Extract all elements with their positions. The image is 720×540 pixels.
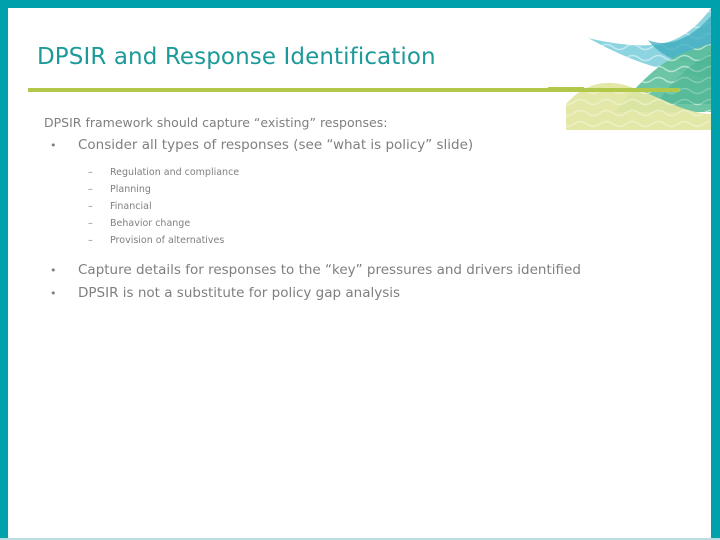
frame-top [0, 0, 720, 8]
bullet-item: • DPSIR is not a substitute for policy g… [50, 282, 720, 305]
sub-bullet-label: Regulation and compliance [110, 167, 239, 178]
sub-bullet-label: Financial [110, 201, 152, 212]
title-divider [28, 88, 680, 92]
dash-marker: – [88, 198, 93, 215]
bullet-item: • Capture details for responses to the “… [50, 259, 720, 282]
frame-right [711, 0, 720, 540]
bullet-label: Capture details for responses to the “ke… [78, 262, 581, 278]
dash-marker: – [88, 164, 93, 181]
dash-marker: – [88, 232, 93, 249]
content-body: DPSIR framework should capture “existing… [0, 112, 720, 305]
sub-bullet-label: Provision of alternatives [110, 235, 224, 246]
bullet-label: DPSIR is not a substitute for policy gap… [78, 285, 400, 301]
bullet-marker: • [50, 259, 57, 282]
dash-marker: – [88, 215, 93, 232]
sub-bullet-list: – Regulation and compliance – Planning –… [0, 164, 720, 249]
sub-bullet-label: Behavior change [110, 218, 190, 229]
slide-canvas: DPSIR and Response Identification DPSIR … [0, 0, 720, 540]
frame-left [0, 0, 8, 540]
sub-bullet-item: – Financial [88, 198, 720, 215]
sub-bullet-item: – Regulation and compliance [88, 164, 720, 181]
bullet-label: Consider all types of responses (see “wh… [78, 137, 473, 153]
sub-bullet-label: Planning [110, 184, 151, 195]
bullet-marker: • [50, 282, 57, 305]
bullet-marker: • [50, 134, 57, 157]
sub-bullet-item: – Provision of alternatives [88, 232, 720, 249]
dash-marker: – [88, 181, 93, 198]
sub-bullet-item: – Planning [88, 181, 720, 198]
page-title: DPSIR and Response Identification [37, 42, 436, 72]
sub-bullet-item: – Behavior change [88, 215, 720, 232]
bullet-item: • Consider all types of responses (see “… [50, 134, 720, 157]
intro-line: DPSIR framework should capture “existing… [44, 112, 720, 134]
